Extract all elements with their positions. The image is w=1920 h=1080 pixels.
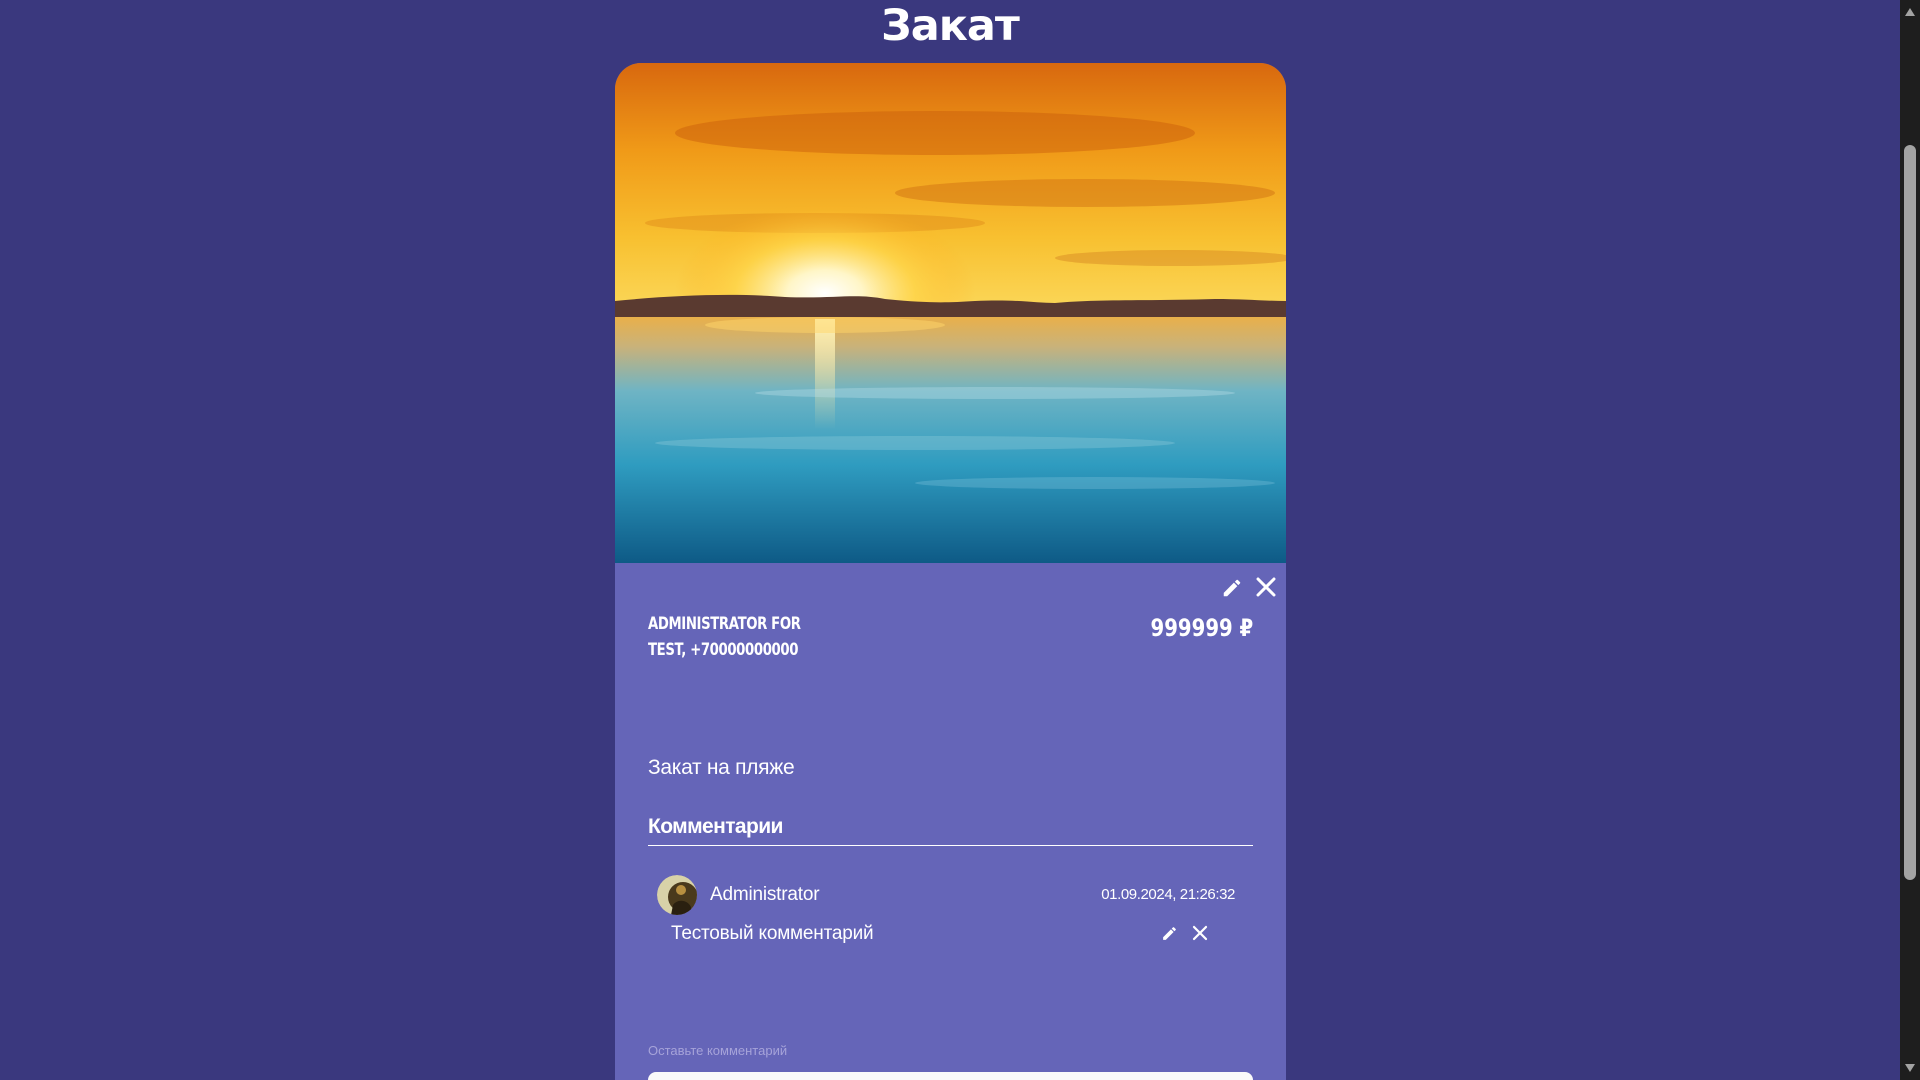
scroll-up-arrow-icon[interactable] (1900, 2, 1920, 22)
delete-comment-button[interactable] (1189, 922, 1211, 944)
post-price: 999999 ₽ (1150, 614, 1253, 642)
scroll-down-arrow-icon[interactable] (1900, 1058, 1920, 1078)
page: Закат ADMINISTRATOR FOR TEST, +700000000… (0, 0, 1920, 1080)
comment-item: Administrator 01.09.2024, 21:26:32 Тесто… (657, 875, 1243, 945)
close-icon (1256, 577, 1276, 597)
comments-heading: Комментарии (648, 812, 1253, 846)
edit-post-button[interactable] (1220, 576, 1244, 600)
post-description: Закат на пляже (648, 756, 795, 779)
scrollbar[interactable] (1900, 0, 1920, 1080)
post-author: Administrator for Test, +70000000000 (648, 614, 801, 660)
delete-post-button[interactable] (1252, 573, 1280, 601)
pencil-icon (1162, 926, 1176, 940)
post-card: Administrator for Test, +70000000000 999… (615, 63, 1286, 1080)
close-icon (1192, 925, 1208, 941)
comment-input[interactable] (648, 1072, 1253, 1080)
comment-input-label: Оставьте комментарий (648, 1043, 788, 1058)
comment-date: 01.09.2024, 21:26:32 (1101, 886, 1235, 903)
pencil-icon (1223, 579, 1241, 597)
post-photo (615, 63, 1286, 563)
page-title: Закат (881, 1, 1020, 51)
edit-comment-button[interactable] (1159, 923, 1179, 943)
scrollbar-thumb[interactable] (1904, 145, 1916, 880)
avatar (657, 875, 697, 915)
comment-author: Administrator (710, 884, 820, 905)
comment-text: Тестовый комментарий (671, 923, 874, 944)
